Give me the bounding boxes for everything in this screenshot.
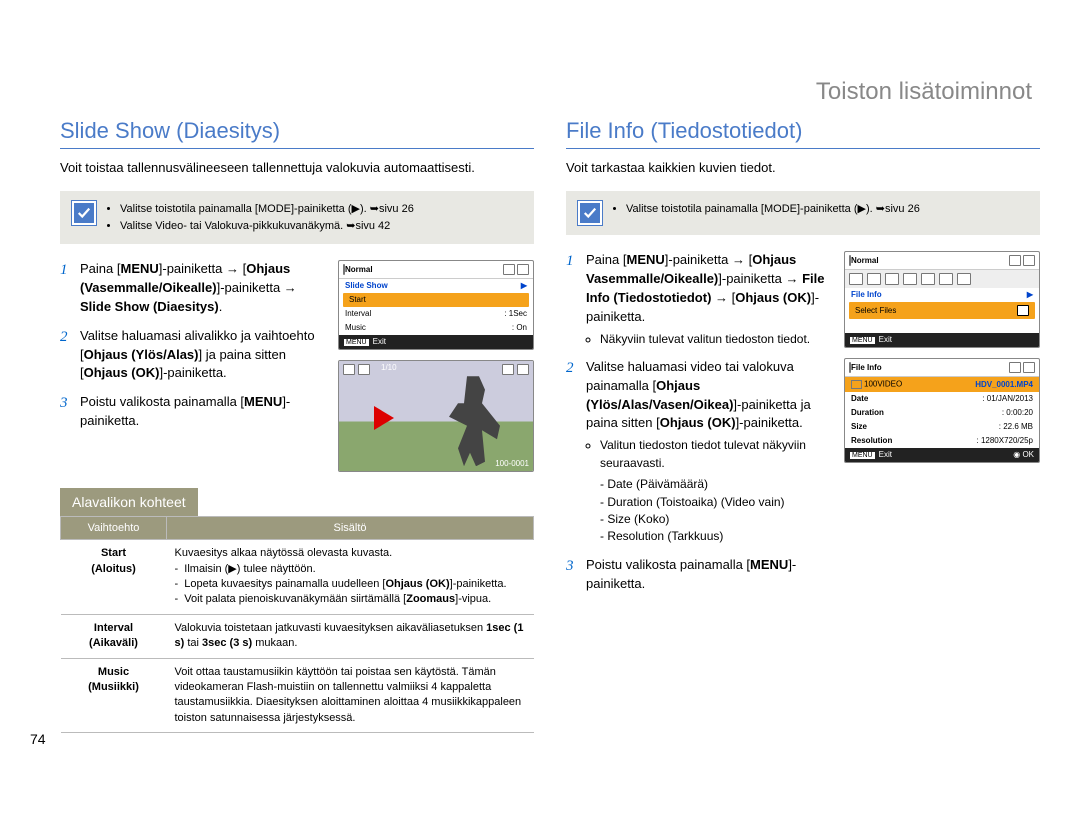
menu-screenshot: Normal Slide Show▶ Start Interval: 1Sec … [338, 260, 534, 350]
table-row: Start(Aloitus) Kuvaesitys alkaa näytössä… [61, 540, 534, 615]
menu-item: Slide Show [345, 282, 388, 290]
page-number: 74 [30, 731, 46, 747]
opt-name: Music(Musiikki) [61, 658, 167, 733]
note-item: Valitse toistotila painamalla [MODE]-pai… [120, 201, 414, 218]
exit-label: Exit [879, 451, 892, 459]
two-column-layout: Slide Show (Diaesitys) Voit toistaa tall… [60, 118, 1040, 733]
page: Toiston lisätoiminnot 74 Slide Show (Dia… [0, 0, 1080, 825]
right-screenshots: Normal File Info▶ Select Files MENUExit … [844, 251, 1040, 603]
note-item: Valitse toistotila painamalla [MODE]-pai… [626, 201, 920, 218]
step-text: Paina [MENU]-painiketta → [Ohjaus Vasemm… [586, 251, 832, 348]
th-content: Sisältö [167, 517, 534, 540]
opt-name: Start(Aloitus) [61, 540, 167, 615]
note-box-right: Valitse toistotila painamalla [MODE]-pai… [566, 191, 1040, 235]
submenu-heading: Alavalikon kohteet [60, 488, 198, 516]
menu-item: Interval [345, 310, 371, 318]
left-column: Slide Show (Diaesitys) Voit toistaa tall… [60, 118, 534, 733]
preview-screenshot: 1/10 100-0001 [338, 360, 534, 472]
chapter-title: Toiston lisätoiminnot [816, 78, 1032, 106]
file-info-heading: File Info (Tiedostotiedot) [566, 118, 1040, 149]
opt-name: Interval(Aikaväli) [61, 614, 167, 658]
note-item: Valitse Video- tai Valokuva-pikkukuvanäk… [120, 218, 414, 235]
note-list-left: Valitse toistotila painamalla [MODE]-pai… [106, 201, 414, 234]
steps-left: 1Paina [MENU]-painiketta → [Ohjaus (Vase… [60, 260, 326, 431]
check-icon [578, 201, 602, 225]
slide-show-heading: Slide Show (Diaesitys) [60, 118, 534, 149]
check-icon [72, 201, 96, 225]
play-icon [374, 406, 394, 430]
file-info-screenshot: File Info 100VIDEOHDV_0001.MP4 Date: 01/… [844, 358, 1040, 463]
step-text: Valitse haluamasi video tai valokuva pai… [586, 358, 832, 546]
step-text: Poistu valikosta painamalla [MENU]-paini… [586, 556, 832, 594]
menu-item-selected: Select Files [855, 307, 896, 315]
step-text: Valitse haluamasi alivalikko ja vaihtoeh… [80, 327, 326, 384]
info-field: Size (Koko) [600, 511, 832, 528]
opt-desc: Voit ottaa taustamusiikin käyttöön tai p… [167, 658, 534, 733]
table-row: Music(Musiikki) Voit ottaa taustamusiiki… [61, 658, 534, 733]
info-field: Date (Päivämäärä) [600, 476, 832, 493]
opt-desc: Kuvaesitys alkaa näytössä olevasta kuvas… [167, 540, 534, 615]
menu-item: Music [345, 324, 366, 332]
menu-screenshot: Normal File Info▶ Select Files MENUExit [844, 251, 1040, 348]
slide-show-intro: Voit toistaa tallennusvälineeseen tallen… [60, 159, 534, 177]
opt-desc: Valokuvia toistetaan jatkuvasti kuvaesit… [167, 614, 534, 658]
note-list-right: Valitse toistotila painamalla [MODE]-pai… [612, 201, 920, 225]
options-table: Vaihtoehto Sisältö Start(Aloitus) Kuvaes… [60, 516, 534, 733]
menu-item-selected: Start [349, 296, 366, 304]
left-screenshots: Normal Slide Show▶ Start Interval: 1Sec … [338, 260, 534, 472]
exit-label: Exit [373, 338, 386, 346]
info-field: Resolution (Tarkkuus) [600, 528, 832, 545]
step-bullet: Näkyviin tulevat valitun tiedoston tiedo… [600, 331, 832, 348]
right-column: File Info (Tiedostotiedot) Voit tarkasta… [566, 118, 1040, 733]
table-row: Interval(Aikaväli) Valokuvia toistetaan … [61, 614, 534, 658]
step-text: Paina [MENU]-painiketta → [Ohjaus (Vasem… [80, 260, 326, 317]
silhouette-figure [443, 376, 503, 466]
th-option: Vaihtoehto [61, 517, 167, 540]
steps-right: 1 Paina [MENU]-painiketta → [Ohjaus Vase… [566, 251, 832, 593]
step-text: Poistu valikosta painamalla [MENU]-paini… [80, 393, 326, 431]
exit-label: Exit [879, 336, 892, 344]
menu-item: File Info [851, 291, 882, 299]
file-info-intro: Voit tarkastaa kaikkien kuvien tiedot. [566, 159, 1040, 177]
step-bullet: Valitun tiedoston tiedot tulevat näkyvii… [600, 437, 832, 472]
info-field: Duration (Toistoaika) (Video vain) [600, 494, 832, 511]
note-box-left: Valitse toistotila painamalla [MODE]-pai… [60, 191, 534, 244]
